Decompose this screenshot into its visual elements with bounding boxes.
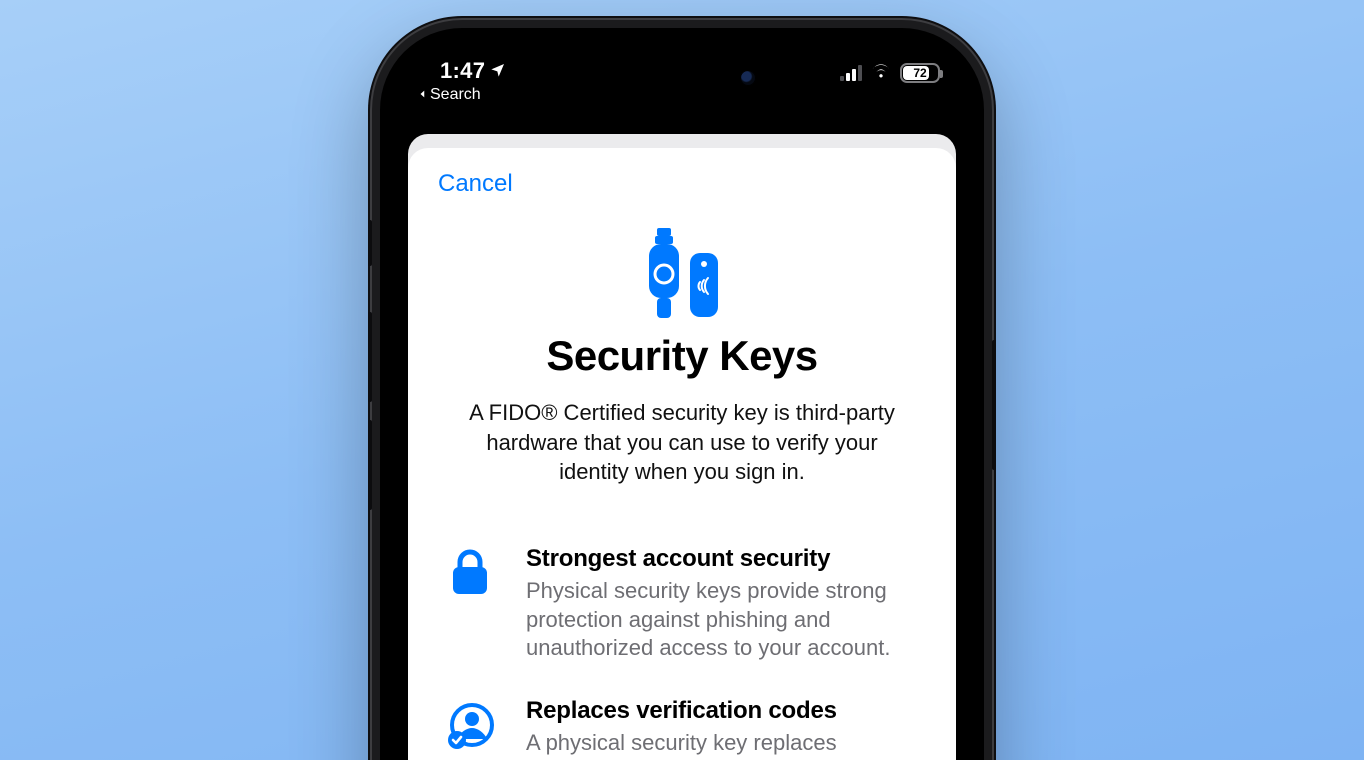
security-keys-icon xyxy=(438,228,926,318)
iphone-frame: 1:47 Search xyxy=(372,20,992,760)
back-to-app-link[interactable]: Search xyxy=(418,86,481,104)
cancel-button[interactable]: Cancel xyxy=(438,170,926,198)
wifi-icon xyxy=(870,62,892,83)
feature-row-codes: Replaces verification codes A physical s… xyxy=(438,689,926,760)
location-icon xyxy=(490,58,506,84)
cellular-signal-icon xyxy=(840,65,862,81)
feature-title: Replaces verification codes xyxy=(526,697,926,725)
security-keys-sheet: Cancel xyxy=(408,148,956,760)
battery-percentage: 72 xyxy=(913,66,926,80)
feature-desc: Physical security keys provide strong pr… xyxy=(526,577,926,663)
feature-row-security: Strongest account security Physical secu… xyxy=(438,537,926,689)
volume-up-button xyxy=(368,312,372,402)
back-caret-icon xyxy=(418,86,428,104)
feature-title: Strongest account security xyxy=(526,545,926,573)
battery-indicator: 72 xyxy=(900,63,940,83)
clock: 1:47 xyxy=(440,58,485,84)
dynamic-island xyxy=(592,56,772,100)
page-subtitle: A FIDO® Certified security key is third-… xyxy=(454,398,910,487)
front-camera xyxy=(740,70,756,86)
feature-desc: A physical security key replaces verific… xyxy=(526,729,926,760)
person-check-icon xyxy=(438,697,502,760)
back-to-app-label: Search xyxy=(430,86,481,104)
side-switch xyxy=(368,220,372,266)
volume-down-button xyxy=(368,420,372,510)
page-title: Security Keys xyxy=(438,332,926,380)
power-button xyxy=(992,340,996,470)
lock-icon xyxy=(438,545,502,663)
